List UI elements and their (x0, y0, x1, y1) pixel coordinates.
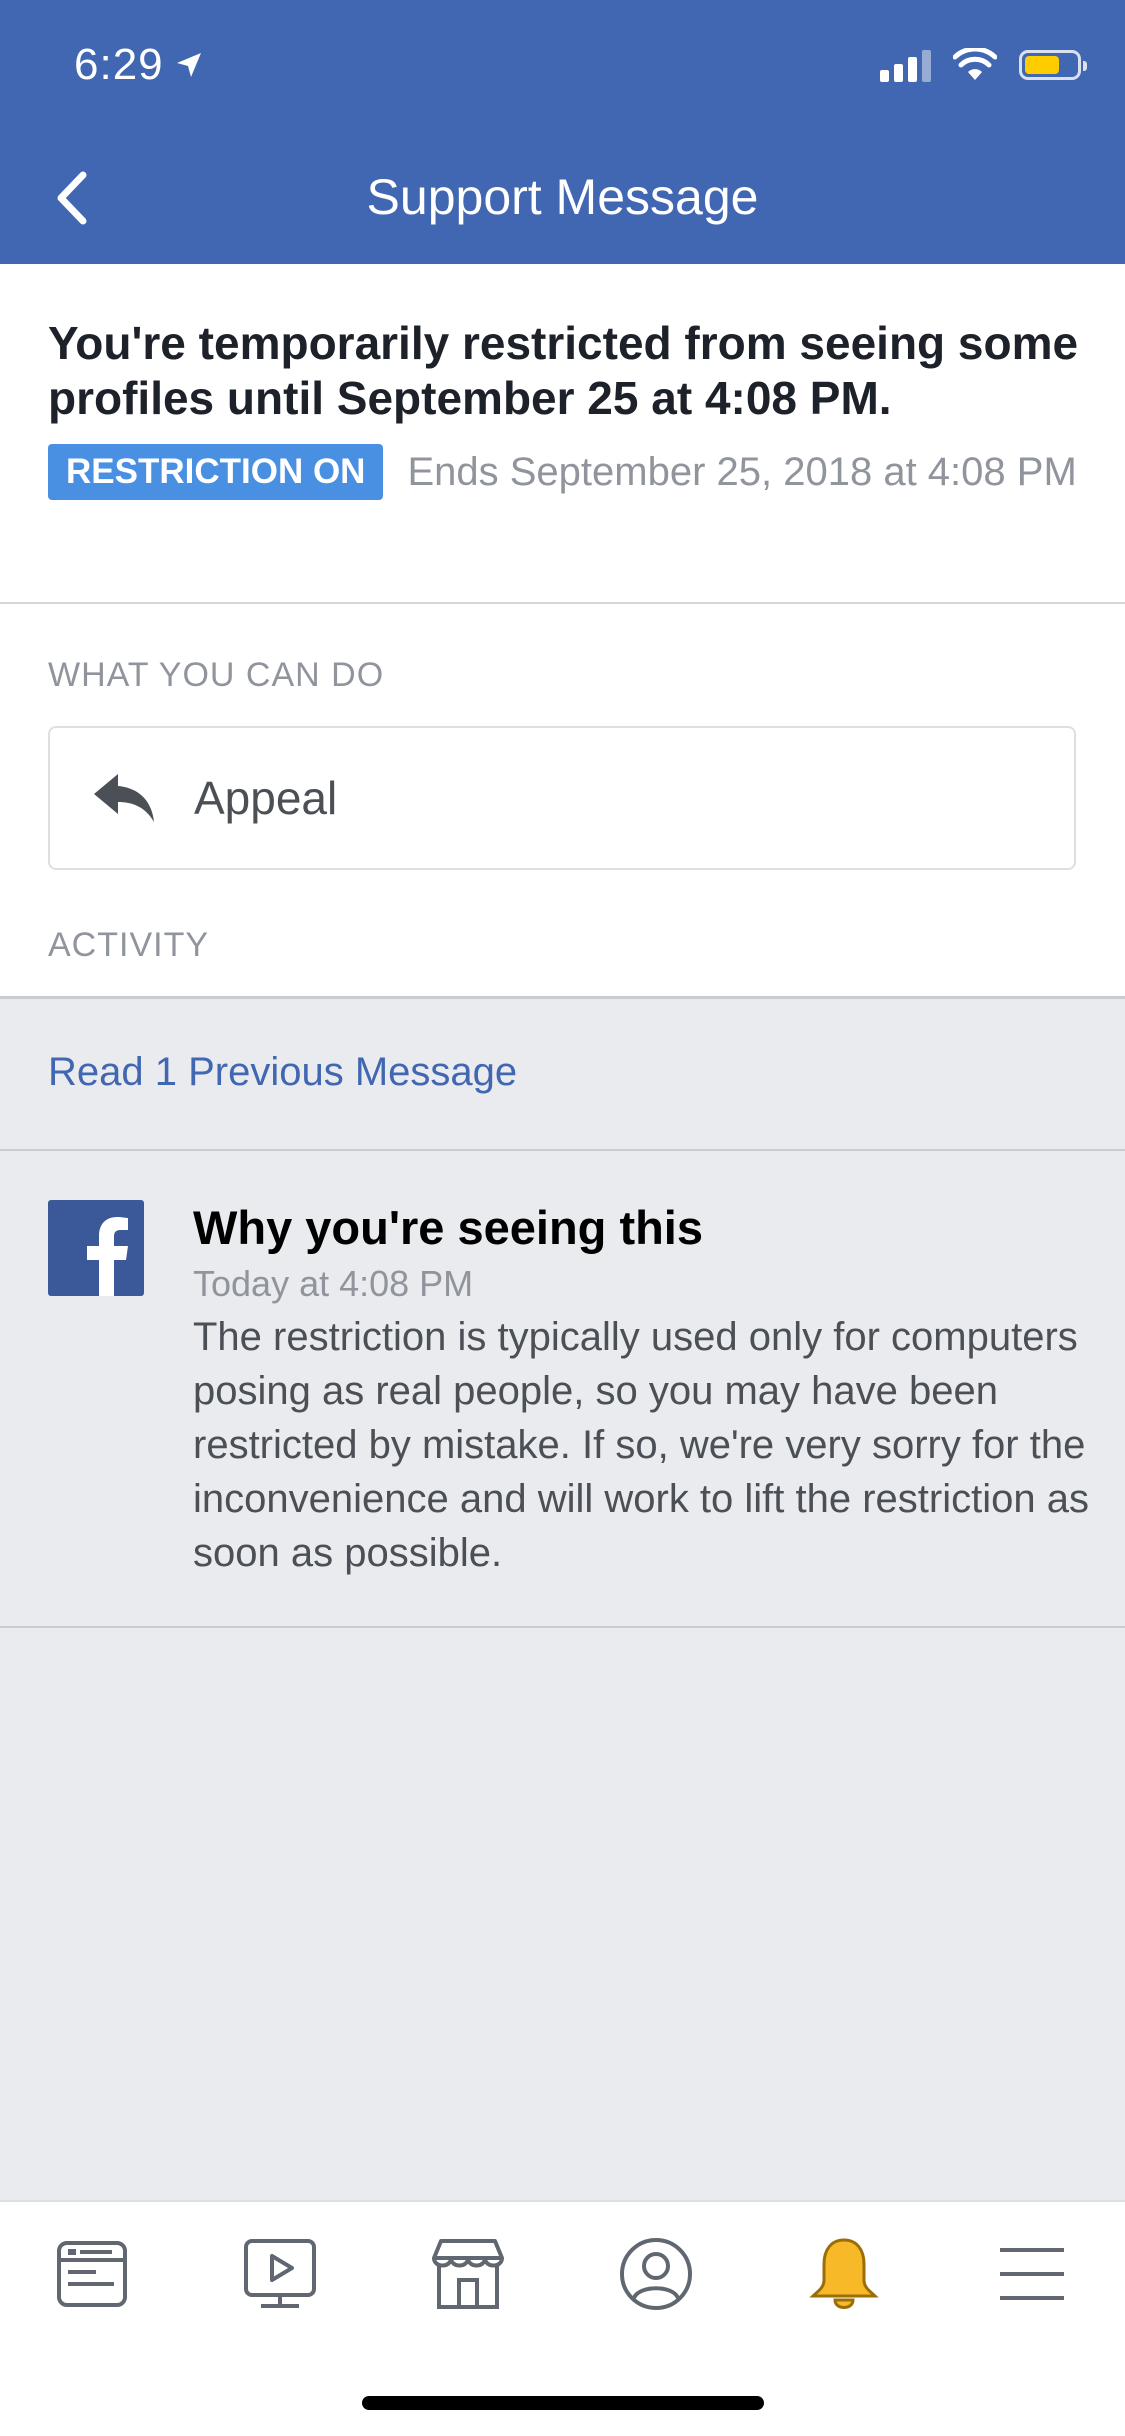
tab-watch[interactable] (240, 2234, 320, 2314)
divider (0, 996, 1125, 999)
divider (0, 1149, 1125, 1151)
tab-notifications[interactable] (804, 2234, 884, 2314)
divider (0, 1626, 1125, 1628)
status-time-label: 6:29 (74, 40, 164, 89)
restriction-headline: You're temporarily restricted from seein… (48, 317, 1079, 424)
tab-news-feed[interactable] (52, 2234, 132, 2314)
restriction-status-line: RESTRICTION ON Ends September 25, 2018 at… (48, 444, 1088, 500)
wifi-icon (953, 48, 997, 80)
activity-label: ACTIVITY (48, 926, 210, 964)
status-time: 6:29 (74, 40, 204, 90)
tab-profile[interactable] (616, 2234, 696, 2314)
news-feed-icon (57, 2241, 127, 2307)
tab-marketplace[interactable] (428, 2234, 508, 2314)
battery-icon (1019, 50, 1087, 80)
message-body: The restriction is typically used only f… (193, 1315, 1089, 1575)
divider (0, 602, 1125, 604)
location-arrow-icon (176, 53, 201, 77)
status-indicators (880, 48, 1087, 82)
what-you-can-do-label: WHAT YOU CAN DO (48, 656, 385, 694)
cellular-signal-icon (880, 48, 931, 82)
read-previous-message-link[interactable]: Read 1 Previous Message (48, 1050, 517, 1095)
notifications-bell-icon (809, 2238, 879, 2309)
restriction-end-text: Ends September 25, 2018 at 4:08 PM (407, 450, 1077, 494)
message-title: Why you're seeing this (193, 1201, 704, 1254)
page-title: Support Message (366, 169, 759, 225)
restriction-summary: You're temporarily restricted from seein… (0, 264, 1125, 998)
watch-icon (244, 2239, 316, 2308)
message-timestamp: Today at 4:08 PM (193, 1263, 474, 1304)
appeal-button[interactable]: Appeal (48, 726, 1076, 870)
profile-icon (620, 2238, 692, 2310)
navigation-header: 6:29 Support Message (0, 0, 1125, 264)
home-indicator[interactable] (362, 2396, 764, 2410)
reply-arrow-icon (94, 774, 154, 822)
restriction-badge: RESTRICTION ON (48, 444, 384, 500)
appeal-label: Appeal (194, 772, 338, 824)
marketplace-icon (432, 2239, 504, 2309)
facebook-logo-icon (48, 1200, 144, 1296)
menu-icon (1000, 2248, 1064, 2300)
tab-menu[interactable] (992, 2234, 1072, 2314)
